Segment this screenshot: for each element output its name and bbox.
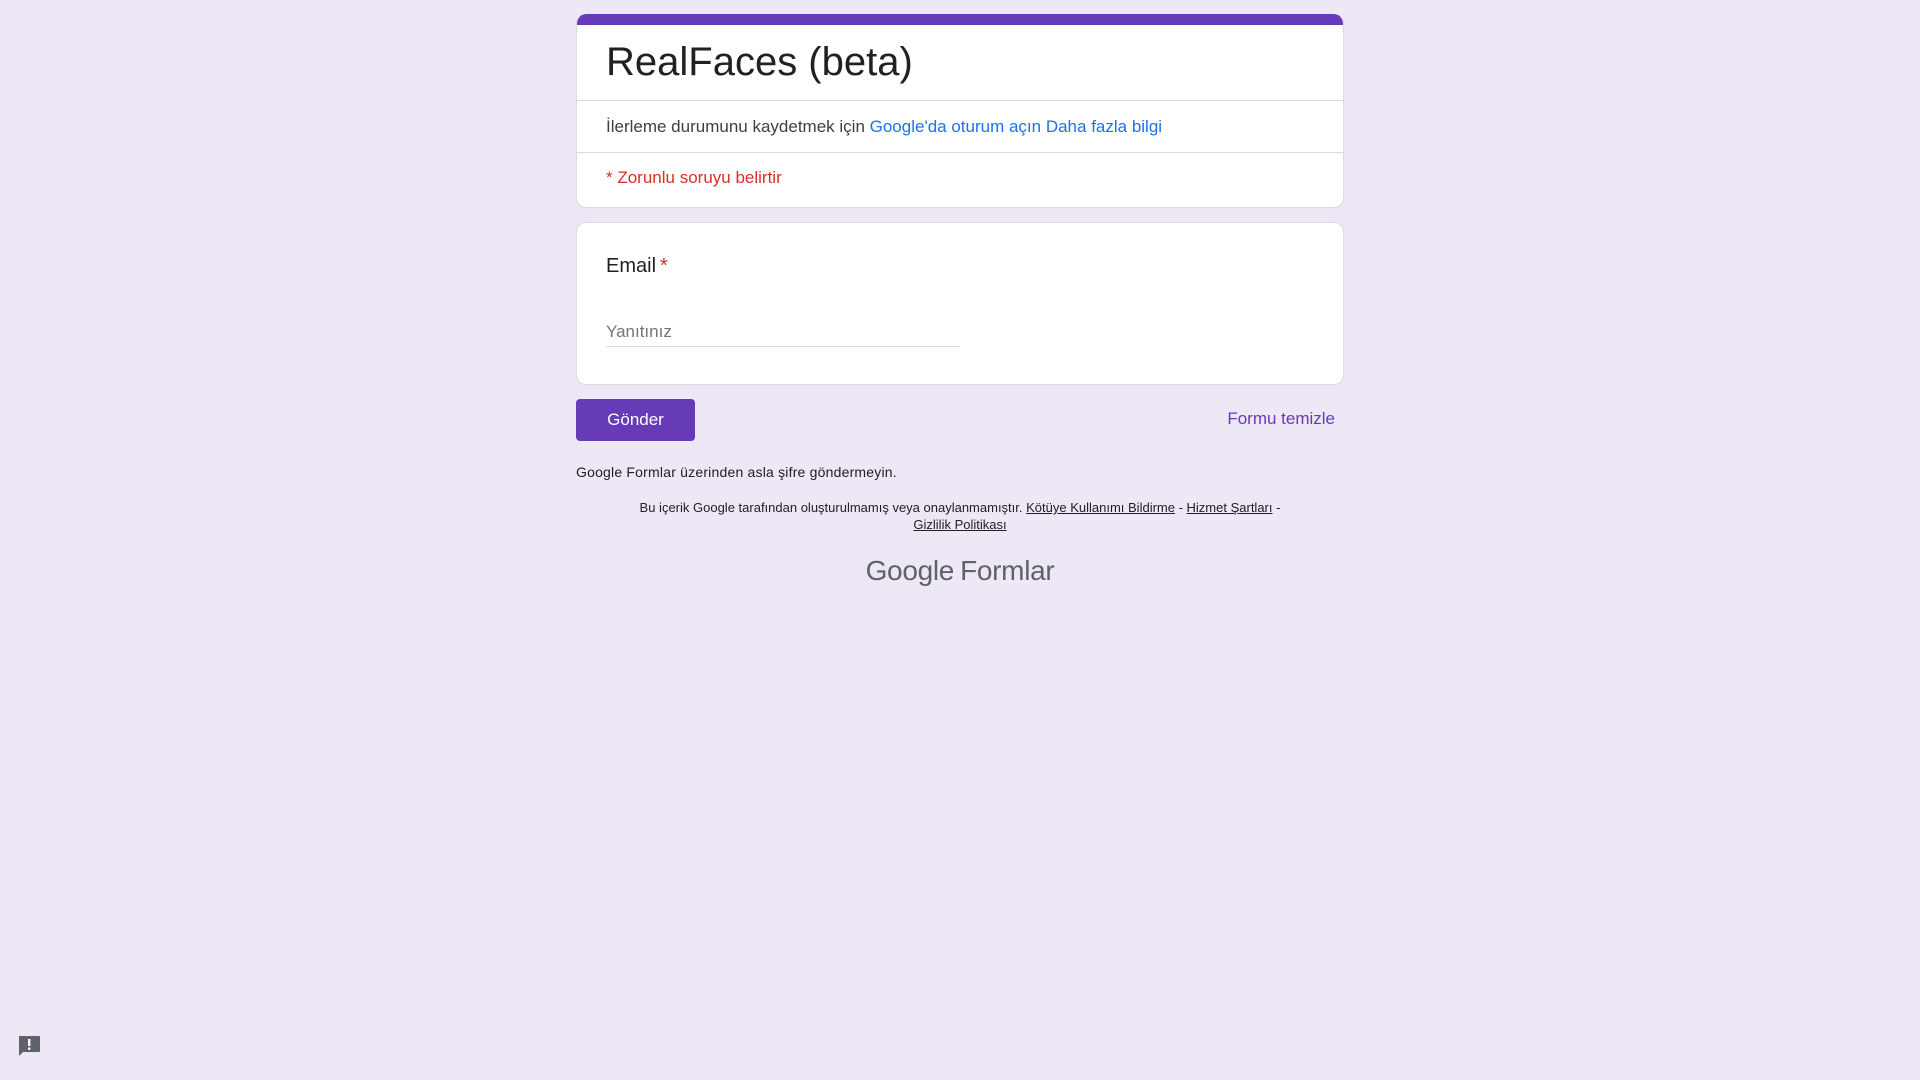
- required-note: * Zorunlu soruyu belirtir: [606, 168, 782, 187]
- learn-more-link[interactable]: Daha fazla bilgi: [1046, 117, 1162, 136]
- disclaimer: Bu içerik Google tarafından oluşturulmam…: [576, 499, 1344, 533]
- question-card-email: Email *: [576, 222, 1344, 385]
- form-actions: Gönder Formu temizle: [576, 399, 1344, 441]
- clear-form-button[interactable]: Formu temizle: [1227, 409, 1335, 429]
- password-warning: Google Formlar üzerinden asla şifre gönd…: [576, 464, 897, 480]
- question-title: Email: [606, 255, 657, 277]
- signin-link[interactable]: Google'da oturum açın: [870, 117, 1041, 136]
- signin-row: İlerleme durumunu kaydetmek için Google'…: [577, 101, 1343, 152]
- brand-google: Google: [865, 555, 955, 586]
- report-abuse-link[interactable]: Kötüye Kullanımı Bildirme: [1026, 500, 1175, 515]
- submit-button[interactable]: Gönder: [576, 399, 695, 441]
- terms-link[interactable]: Hizmet Şartları: [1187, 500, 1273, 515]
- form-title: RealFaces (beta): [606, 40, 913, 84]
- report-feedback-icon[interactable]: [16, 1034, 42, 1058]
- disclaimer-text: Bu içerik Google tarafından oluşturulmam…: [639, 500, 1027, 515]
- signin-prefix: İlerleme durumunu kaydetmek için: [606, 117, 870, 136]
- form-container: RealFaces (beta) İlerleme durumunu kayde…: [576, 14, 1344, 587]
- form-accent-bar: [577, 14, 1343, 25]
- separator: -: [1174, 500, 1187, 515]
- form-header-card: RealFaces (beta) İlerleme durumunu kayde…: [576, 14, 1344, 208]
- privacy-link[interactable]: Gizlilik Politikası: [913, 517, 1006, 532]
- required-asterisk: *: [660, 255, 668, 277]
- question-label: Email *: [606, 254, 668, 278]
- brand-forms: Formlar: [960, 555, 1055, 586]
- separator: -: [1272, 500, 1281, 515]
- google-forms-logo[interactable]: Google Formlar: [576, 555, 1344, 587]
- email-answer-input[interactable]: [606, 318, 960, 347]
